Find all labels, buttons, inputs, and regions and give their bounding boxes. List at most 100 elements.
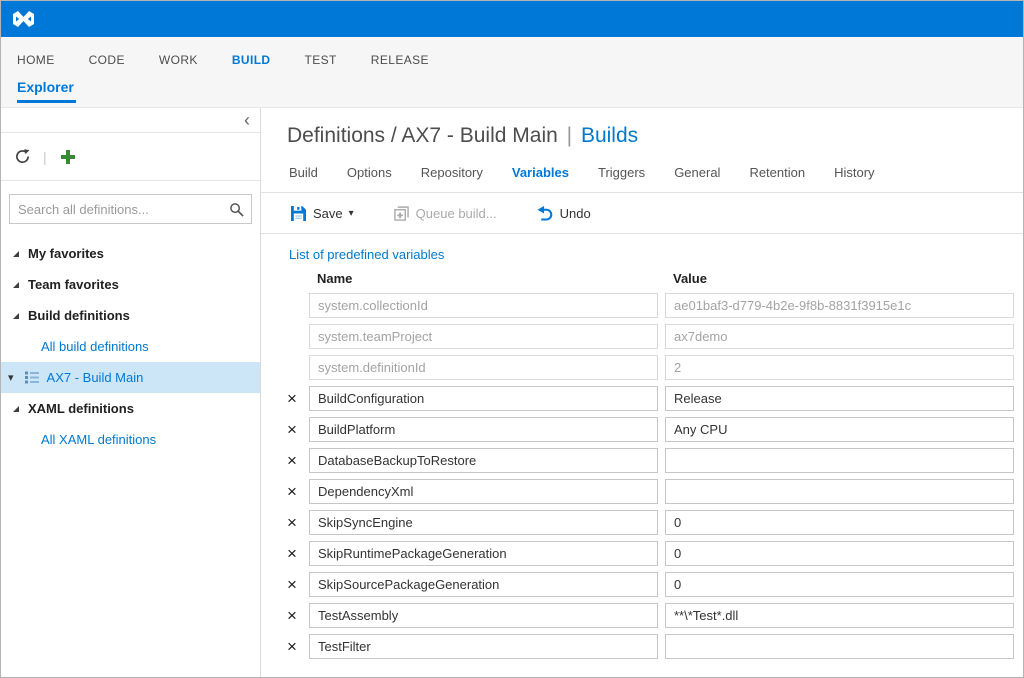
variable-value-input[interactable] [665, 541, 1014, 566]
definitions-tree: My favorites Team favorites Build definiti… [1, 238, 260, 455]
variable-value-input[interactable] [665, 479, 1014, 504]
builds-link[interactable]: Builds [581, 124, 638, 147]
tab-variables[interactable]: Variables [512, 165, 569, 187]
tree-item-label: Team favorites [28, 277, 119, 292]
tab-history[interactable]: History [834, 165, 874, 187]
delete-variable-icon[interactable]: × [287, 638, 309, 655]
tab-retention[interactable]: Retention [749, 165, 805, 187]
tab-repository[interactable]: Repository [421, 165, 483, 187]
variable-name-input[interactable] [309, 417, 658, 442]
tree-group-my-favorites[interactable]: My favorites [1, 238, 260, 269]
variable-row-buildconfiguration: × [287, 386, 1014, 411]
visual-studio-logo-icon[interactable] [11, 11, 36, 27]
variable-name-input[interactable] [309, 572, 658, 597]
variable-value-input[interactable] [665, 510, 1014, 535]
tree-group-xaml-definitions[interactable]: XAML definitions [1, 393, 260, 424]
tree-item-label: XAML definitions [28, 401, 134, 416]
variable-value-input [665, 293, 1014, 318]
variable-row-testfilter: × [287, 634, 1014, 659]
variable-name-input[interactable] [309, 634, 658, 659]
tree-item-label: AX7 - Build Main [47, 370, 144, 385]
delete-variable-icon[interactable]: × [287, 607, 309, 624]
variable-name-input[interactable] [309, 541, 658, 566]
tree-group-build-definitions[interactable]: Build definitions [1, 300, 260, 331]
variable-row-system-teamproject [287, 324, 1014, 349]
tab-options[interactable]: Options [347, 165, 392, 187]
variables-table: Name Value ××××××××× [261, 271, 1023, 665]
expander-icon[interactable] [13, 313, 19, 319]
variable-name-input[interactable] [309, 479, 658, 504]
save-button[interactable]: Save ▾ [291, 206, 354, 221]
variable-name-input[interactable] [309, 386, 658, 411]
expander-icon[interactable] [13, 282, 19, 288]
name-column-header: Name [309, 271, 658, 286]
delete-variable-icon[interactable]: × [287, 576, 309, 593]
variables-rows: × × × × × × × × × [287, 293, 1014, 659]
delete-variable-icon[interactable]: × [287, 545, 309, 562]
variable-value-input[interactable] [665, 448, 1014, 473]
main-panel: Definitions / AX7 - Build Main | Builds … [261, 108, 1023, 677]
item-context-caret-icon[interactable]: ▾ [8, 371, 14, 384]
delete-variable-icon[interactable]: × [287, 390, 309, 407]
tab-general[interactable]: General [674, 165, 720, 187]
nav-item-code[interactable]: CODE [89, 53, 125, 67]
undo-button[interactable]: Undo [537, 206, 591, 221]
undo-icon [537, 206, 553, 221]
save-dropdown-caret-icon[interactable]: ▾ [349, 208, 354, 219]
add-definition-icon[interactable] [60, 149, 76, 165]
breadcrumb-path: Definitions / AX7 - Build Main [287, 124, 558, 147]
search-icon[interactable] [229, 202, 244, 217]
tree-group-team-favorites[interactable]: Team favorites [1, 269, 260, 300]
variable-value-input[interactable] [665, 603, 1014, 628]
variable-value-input[interactable] [665, 386, 1014, 411]
tree-item-all-xaml-definitions[interactable]: All XAML definitions [1, 424, 260, 455]
sidebar-toolbar: | [1, 133, 260, 181]
nav-item-test[interactable]: TEST [305, 53, 337, 67]
tree-item-all-build-definitions[interactable]: All build definitions [1, 331, 260, 362]
variable-value-input[interactable] [665, 572, 1014, 597]
build-definition-icon [25, 371, 39, 384]
tree-item-ax7-build-main[interactable]: ▾ AX7 - Build Main [1, 362, 260, 393]
save-label: Save [313, 206, 343, 221]
collapse-sidebar-icon[interactable]: ‹ [244, 111, 250, 129]
toolbar-separator: | [43, 149, 47, 165]
definition-toolbar: Save ▾ Queue build... [261, 192, 1023, 234]
variable-row-databasebackuptorestore: × [287, 448, 1014, 473]
nav-item-work[interactable]: WORK [159, 53, 198, 67]
tab-triggers[interactable]: Triggers [598, 165, 645, 187]
delete-variable-icon[interactable]: × [287, 483, 309, 500]
tab-build[interactable]: Build [289, 165, 318, 187]
variable-name-input[interactable] [309, 510, 658, 535]
refresh-icon[interactable] [15, 149, 30, 164]
queue-build-icon [394, 206, 409, 221]
variable-row-skipsyncengine: × [287, 510, 1014, 535]
delete-variable-icon[interactable]: × [287, 452, 309, 469]
header-spacer [287, 271, 309, 286]
variable-value-input [665, 355, 1014, 380]
delete-variable-icon[interactable]: × [287, 421, 309, 438]
nav-item-release[interactable]: RELEASE [371, 53, 429, 67]
variable-value-input[interactable] [665, 417, 1014, 442]
nav-item-build[interactable]: BUILD [232, 53, 271, 67]
hub-navigation-band: HOME CODE WORK BUILD TEST RELEASE Explorer [1, 37, 1023, 108]
nav-item-home[interactable]: HOME [17, 53, 55, 67]
breadcrumb-separator: | [567, 124, 572, 147]
predefined-variables-link[interactable]: List of predefined variables [289, 247, 1023, 262]
variable-name-input [309, 355, 658, 380]
variable-row-system-collectionid [287, 293, 1014, 318]
hub-navigation: HOME CODE WORK BUILD TEST RELEASE [1, 37, 1023, 67]
variable-value-input[interactable] [665, 634, 1014, 659]
variable-row-system-definitionid [287, 355, 1014, 380]
variable-name-input [309, 293, 658, 318]
delete-variable-icon[interactable]: × [287, 514, 309, 531]
expander-icon[interactable] [13, 251, 19, 257]
variable-name-input [309, 324, 658, 349]
search-input[interactable] [9, 194, 252, 224]
variable-name-input[interactable] [309, 448, 658, 473]
expander-icon[interactable] [13, 406, 19, 412]
sidebar: ‹ | [1, 108, 261, 677]
queue-build-button[interactable]: Queue build... [394, 206, 497, 221]
tab-explorer[interactable]: Explorer [17, 79, 76, 103]
variable-name-input[interactable] [309, 603, 658, 628]
variable-value-input [665, 324, 1014, 349]
